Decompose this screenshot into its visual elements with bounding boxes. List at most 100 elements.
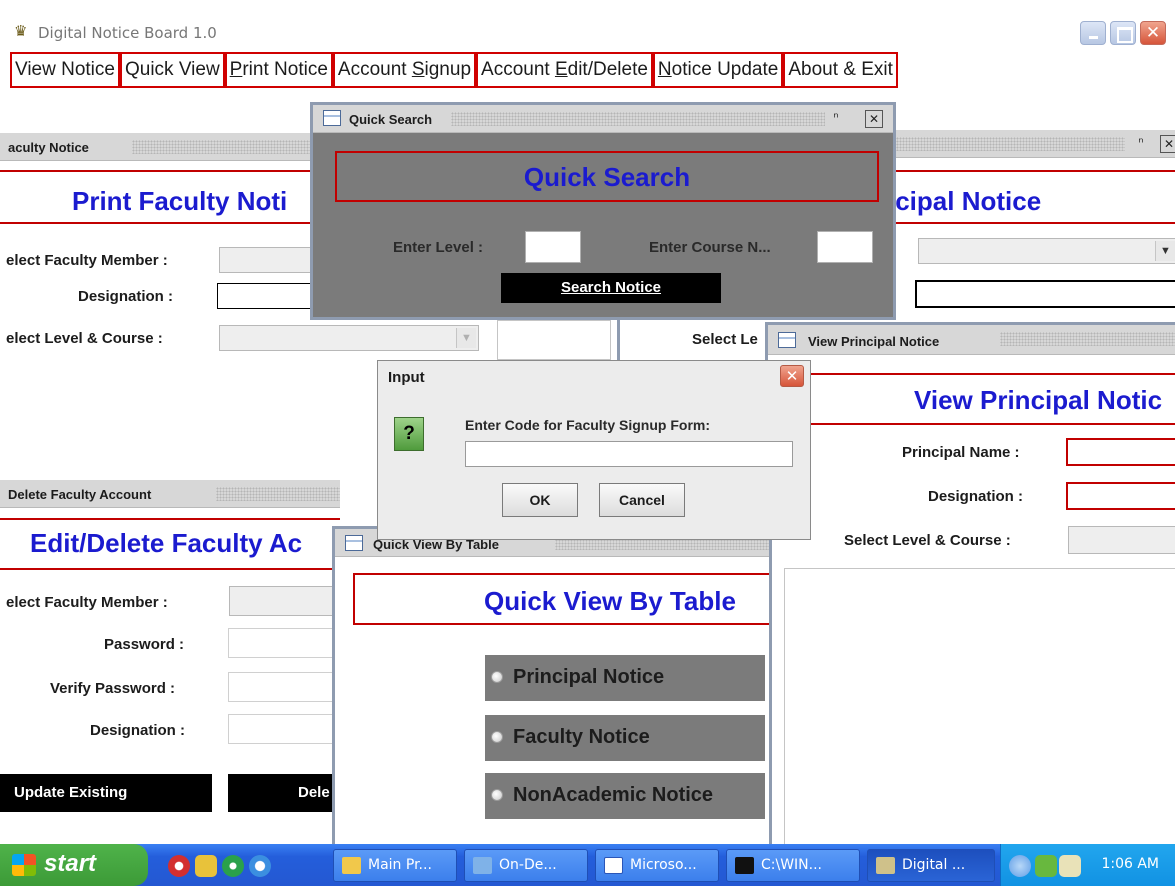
enter-level-label: Enter Level : (393, 239, 484, 256)
quick-search-heading: Quick Search (523, 162, 691, 192)
task-command-prompt[interactable]: C:\WIN... (726, 849, 860, 882)
tray-network-icon[interactable] (1035, 855, 1057, 877)
menu-print-notice[interactable]: Print Notice (224, 52, 333, 88)
view-principal-titlebar[interactable]: View Principal Notice (768, 325, 1175, 355)
restore-icon[interactable]: ⁿ (827, 110, 845, 128)
app-launcher-icon[interactable] (195, 855, 217, 877)
principal-designation-field[interactable] (915, 280, 1175, 308)
input-dialog-title: Input (388, 369, 425, 386)
password-label: Password : (104, 636, 185, 653)
menu-about-exit[interactable]: About & Exit (783, 52, 898, 88)
quick-view-heading: Quick View By Table (484, 586, 736, 616)
app-emblem-icon (876, 857, 895, 874)
level-input[interactable] (525, 231, 581, 263)
internet-explorer-icon[interactable] (249, 855, 271, 877)
designation-label: Designation : (78, 288, 174, 305)
radio-nonacademic-notice[interactable]: NonAcademic Notice (485, 773, 765, 819)
media-player-icon[interactable] (222, 855, 244, 877)
chevron-down-icon[interactable]: ▼ (1155, 241, 1175, 261)
task-main-project[interactable]: Main Pr... (333, 849, 457, 882)
radio-principal-notice[interactable]: Principal Notice (485, 655, 765, 701)
system-tray: 1:06 AM (1000, 844, 1175, 886)
taskbar: start Main Pr... On-De... Microso... C:\… (0, 844, 1175, 886)
delete-faculty-account-frame: Delete Faculty Account Edit/Delete Facul… (0, 478, 340, 844)
verify-password-label: Verify Password : (50, 680, 176, 697)
task-microsoft-word[interactable]: Microso... (595, 849, 719, 882)
faculty-member-select-2[interactable] (229, 586, 340, 616)
menu-view-notice[interactable]: View Notice (10, 52, 120, 88)
password-field[interactable] (228, 628, 340, 658)
menu-account-signup[interactable]: Account Signup (332, 52, 477, 88)
view-designation-label: Designation : (928, 488, 1024, 505)
signup-code-input[interactable] (465, 441, 793, 467)
console-icon (735, 857, 754, 874)
view-principal-notice-frame: View Principal Notice View Principal Not… (765, 322, 1175, 844)
close-button[interactable]: ✕ (1140, 21, 1166, 45)
desktop-screen: ♛ Digital Notice Board 1.0 ✕ View Notice… (0, 0, 1175, 886)
select-faculty-member-label-2: elect Faculty Member : (6, 594, 168, 611)
window-title: Digital Notice Board 1.0 (38, 24, 217, 42)
tray-volume-icon[interactable] (1059, 855, 1081, 877)
delete-button[interactable]: Dele (228, 774, 340, 812)
app-emblem-icon: ♛ (14, 23, 28, 40)
principal-name-field[interactable] (1066, 438, 1175, 466)
update-existing-button[interactable]: Update Existing (0, 774, 212, 812)
view-level-course-label: Select Level & Course : (844, 532, 1011, 549)
view-designation-field[interactable] (1066, 482, 1175, 510)
quick-view-by-table-frame: Quick View By Table Quick View By Table … (332, 526, 772, 856)
close-icon[interactable]: ✕ (1160, 135, 1175, 153)
question-icon: ? (394, 417, 424, 451)
quick-search-frame: Quick Search ⁿ ✕ Quick Search Enter Leve… (310, 102, 896, 320)
quick-search-heading-box: Quick Search (335, 151, 879, 202)
task-on-demand[interactable]: On-De... (464, 849, 588, 882)
radio-faculty-notice[interactable]: Faculty Notice (485, 715, 765, 761)
folder-icon (342, 857, 361, 874)
level-course-select[interactable]: ▼ (219, 325, 479, 351)
ok-button[interactable]: OK (502, 483, 578, 517)
designation-label-2: Designation : (90, 722, 186, 739)
verify-password-field[interactable] (228, 672, 340, 702)
select-level-course-label: elect Level & Course : (6, 330, 163, 347)
menu-quick-view[interactable]: Quick View (119, 52, 225, 88)
input-dialog-message: Enter Code for Faculty Signup Form: (465, 417, 711, 433)
word-icon (604, 857, 623, 874)
input-dialog-titlebar[interactable]: Input ✕ (378, 361, 810, 391)
start-button[interactable]: start (0, 844, 148, 886)
delete-account-titlebar[interactable]: Delete Faculty Account (0, 480, 340, 508)
radio-button-icon[interactable] (491, 671, 503, 683)
close-icon[interactable]: ✕ (865, 110, 883, 128)
radio-button-icon[interactable] (491, 789, 503, 801)
maximize-button[interactable] (1110, 21, 1136, 45)
menu-notice-update[interactable]: Notice Update (652, 52, 784, 88)
close-icon[interactable]: ✕ (780, 365, 804, 387)
menu-account-edit-delete[interactable]: Account Edit/Delete (476, 52, 653, 88)
course-input[interactable] (817, 231, 873, 263)
tray-arrow-icon[interactable] (1009, 855, 1031, 877)
minimize-button[interactable] (1080, 21, 1106, 45)
opera-icon[interactable] (168, 855, 190, 877)
frame-window-icon (778, 332, 796, 348)
main-title-bar: ♛ Digital Notice Board 1.0 ✕ (0, 0, 1175, 48)
cancel-button[interactable]: Cancel (599, 483, 685, 517)
faculty-notice-heading: Print Faculty Noti (72, 186, 288, 216)
select-faculty-member-label: elect Faculty Member : (6, 252, 168, 269)
restore-icon[interactable]: ⁿ (1132, 135, 1150, 153)
search-notice-button[interactable]: Search Notice (501, 273, 721, 303)
enter-course-label: Enter Course N... (649, 239, 771, 256)
quick-search-titlebar[interactable]: Quick Search ⁿ ✕ (313, 105, 893, 133)
notice-display-area (784, 568, 1175, 844)
quick-search-title: Quick Search (349, 112, 433, 127)
radio-button-icon[interactable] (491, 731, 503, 743)
frame-window-icon (323, 110, 341, 126)
designation-field-2[interactable] (228, 714, 340, 744)
select-level-label: Select Le (692, 331, 758, 348)
view-level-course-select[interactable] (1068, 526, 1175, 554)
network-icon (473, 857, 492, 874)
input-dialog: Input ✕ ? Enter Code for Faculty Signup … (377, 360, 811, 540)
principal-select[interactable]: ▼ (918, 238, 1175, 264)
frame-window-icon (345, 535, 363, 551)
windows-logo-icon (12, 854, 36, 876)
delete-account-title: Delete Faculty Account (8, 487, 152, 502)
chevron-down-icon[interactable]: ▼ (456, 328, 476, 348)
task-digital-notice-board[interactable]: Digital ... (867, 849, 995, 882)
